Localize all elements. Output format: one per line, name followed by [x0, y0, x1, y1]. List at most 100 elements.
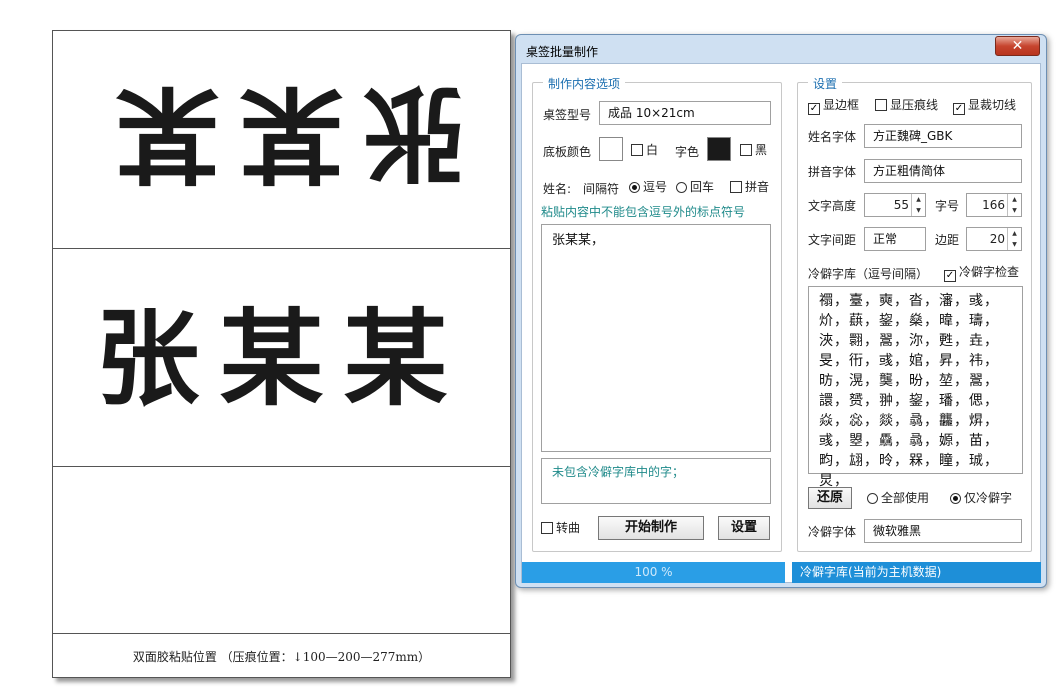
text-height-stepper[interactable]: 55 ▲ ▼: [864, 193, 926, 217]
spin-arrows[interactable]: ▲ ▼: [1007, 228, 1021, 250]
separator-return-radio[interactable]: 回车: [676, 179, 714, 195]
font-color-label: 字色: [675, 145, 700, 159]
font-size-label: 字号: [935, 199, 960, 213]
margin-stepper[interactable]: 20 ▲ ▼: [966, 227, 1022, 251]
separator-return-label: 回车: [690, 180, 715, 194]
radio-dot: [629, 182, 640, 193]
radio-dot: [950, 493, 961, 504]
close-button[interactable]: ✕: [995, 36, 1040, 56]
tent-card-preview: 张某某 张某某 双面胶粘贴位置 （压痕位置：↓100—200—277mm）: [52, 30, 511, 678]
use-all-radio[interactable]: 全部使用: [867, 490, 929, 506]
make-options-group: 制作内容选项 桌签型号 成品 10×21cm 底板颜色 白 字色 黑 姓名: 间…: [532, 75, 782, 552]
spacing-field[interactable]: 正常: [864, 227, 926, 251]
progress-bar: 100 %: [522, 562, 785, 583]
model-label: 桌签型号: [543, 108, 592, 122]
rare-font-label: 冷僻字体: [808, 525, 857, 539]
settings-group: 设置 ✓ 显边框 显压痕线 ✓ 显裁切线 姓名字体 方正魏碑_GBK 拼音字体 方正…: [797, 75, 1032, 552]
checkbox-box: ✓: [953, 103, 965, 115]
preview-name: 张某某: [95, 297, 468, 420]
traditional-checkbox[interactable]: 转曲: [541, 520, 580, 536]
title-bar[interactable]: 桌签批量制作 ✕: [516, 35, 1046, 63]
text-height-value: 55: [893, 198, 909, 212]
spin-down-icon[interactable]: ▼: [1008, 239, 1021, 250]
restore-button[interactable]: 还原: [808, 487, 852, 509]
spin-up-icon[interactable]: ▲: [1008, 228, 1021, 239]
spin-up-icon[interactable]: ▲: [1008, 194, 1021, 205]
make-options-title: 制作内容选项: [543, 75, 626, 92]
paste-notice: 粘贴内容中不能包含逗号外的标点符号: [541, 205, 746, 219]
show-border-checkbox[interactable]: ✓ 显边框: [808, 97, 860, 115]
spin-up-icon[interactable]: ▲: [912, 194, 925, 205]
close-icon: ✕: [1011, 38, 1024, 54]
checkbox-box: [730, 181, 742, 193]
pinyin-label: 拼音: [745, 180, 770, 194]
margin-label: 边距: [935, 233, 960, 247]
rare-chars-textarea[interactable]: 禤，臺，奭，沓，瀋，彧，炌，蕻，鋆，燊，暐，璹，浹，翾，翯，沵，甦，垚，旻，衎，…: [808, 286, 1023, 489]
rare-check-label: 冷僻字检查: [959, 265, 1020, 279]
spin-arrows[interactable]: ▲ ▼: [911, 194, 925, 216]
missing-chars-box: 未包含冷僻字库中的字；: [541, 458, 771, 504]
preview-panel-bottom: [53, 467, 510, 634]
model-field[interactable]: 成品 10×21cm: [599, 101, 771, 125]
show-crease-label: 显压痕线: [890, 98, 939, 112]
glue-position-note: 双面胶粘贴位置 （压痕位置：↓100—200—277mm）: [132, 650, 431, 664]
traditional-label: 转曲: [556, 521, 581, 535]
board-white-label: 白: [646, 143, 659, 157]
spin-arrows[interactable]: ▲ ▼: [1007, 194, 1021, 216]
board-color-swatch[interactable]: [599, 137, 623, 161]
show-border-label: 显边框: [823, 98, 860, 112]
font-black-checkbox[interactable]: 黑: [740, 142, 767, 158]
window-client: 制作内容选项 桌签型号 成品 10×21cm 底板颜色 白 字色 黑 姓名: 间…: [521, 63, 1041, 583]
preview-name-upside-down: 张某某: [95, 72, 468, 195]
show-cut-label: 显裁切线: [968, 98, 1017, 112]
settings-title: 设置: [808, 75, 843, 92]
spin-down-icon[interactable]: ▼: [912, 205, 925, 216]
font-size-stepper[interactable]: 166 ▲ ▼: [966, 193, 1022, 217]
checkbox-box: [631, 144, 643, 156]
start-button[interactable]: 开始制作: [598, 516, 704, 540]
font-size-value: 166: [982, 198, 1005, 212]
missing-chars-text: 未包含冷僻字库中的字；: [552, 465, 685, 479]
settings-button[interactable]: 设置: [718, 516, 770, 540]
font-black-label: 黑: [755, 143, 768, 157]
checkbox-box: ✓: [808, 103, 820, 115]
preview-panel-middle: 张某某: [53, 249, 510, 467]
show-crease-checkbox[interactable]: 显压痕线: [875, 97, 938, 113]
text-height-label: 文字高度: [808, 199, 857, 213]
rare-only-label: 仅冷僻字: [964, 491, 1013, 505]
batch-card-window: 桌签批量制作 ✕ 制作内容选项 桌签型号 成品 10×21cm 底板颜色 白 字…: [515, 34, 1047, 588]
font-color-swatch[interactable]: [707, 137, 731, 161]
pinyin-font-field[interactable]: 方正粗倩简体: [864, 159, 1022, 183]
preview-panel-top: 张某某: [53, 31, 510, 249]
rare-font-field[interactable]: 微软雅黑: [864, 519, 1022, 543]
names-textarea[interactable]: 张某某，: [541, 224, 771, 452]
name-font-field[interactable]: 方正魏碑_GBK: [864, 124, 1022, 148]
pinyin-font-label: 拼音字体: [808, 165, 857, 179]
use-all-label: 全部使用: [881, 491, 930, 505]
checkbox-box: ✓: [944, 270, 956, 282]
checkbox-box: [875, 99, 887, 111]
rare-lib-label: 冷僻字库（逗号间隔）: [808, 267, 929, 281]
rare-chars-text: 禤，臺，奭，沓，瀋，彧，炌，蕻，鋆，燊，暐，璹，浹，翾，翯，沵，甦，垚，旻，衎，…: [819, 293, 999, 489]
window-title: 桌签批量制作: [526, 45, 599, 59]
name-font-label: 姓名字体: [808, 130, 857, 144]
checkbox-box: [740, 144, 752, 156]
spacing-label: 文字间距: [808, 233, 857, 247]
checkbox-box: [541, 522, 553, 534]
status-rare-lib-source: 冷僻字库(当前为主机数据): [792, 562, 1041, 583]
separator-comma-radio[interactable]: 逗号: [629, 179, 667, 195]
show-cut-checkbox[interactable]: ✓ 显裁切线: [953, 97, 1017, 115]
rare-check-checkbox[interactable]: ✓ 冷僻字检查: [944, 264, 1020, 282]
radio-dot: [676, 182, 687, 193]
separator-label: 间隔符: [583, 182, 620, 196]
spin-down-icon[interactable]: ▼: [1008, 205, 1021, 216]
board-color-label: 底板颜色: [543, 145, 592, 159]
separator-comma-label: 逗号: [643, 180, 668, 194]
radio-dot: [867, 493, 878, 504]
margin-value: 20: [989, 232, 1005, 246]
names-text: 张某某，: [552, 233, 605, 248]
names-label: 姓名:: [543, 182, 572, 196]
board-white-checkbox[interactable]: 白: [631, 142, 658, 158]
rare-only-radio[interactable]: 仅冷僻字: [950, 490, 1012, 506]
pinyin-checkbox[interactable]: 拼音: [730, 179, 769, 195]
